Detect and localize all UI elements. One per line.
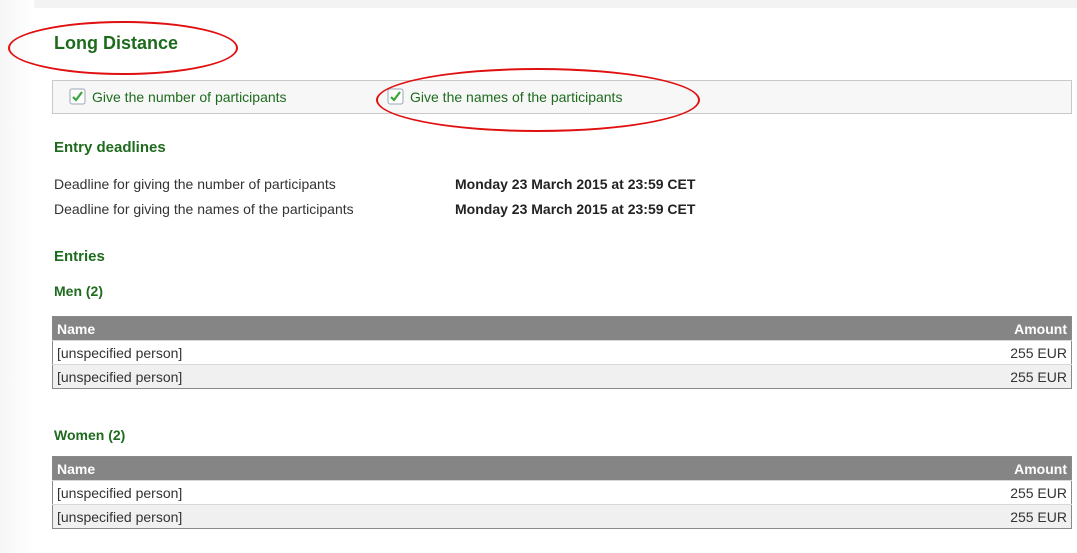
table-row: [unspecified person] 255 EUR — [52, 340, 1072, 365]
checkmark-icon — [387, 88, 404, 105]
entry-amount: 255 EUR — [737, 340, 1072, 365]
column-header-name: Name — [52, 456, 738, 481]
entry-name: [unspecified person] — [52, 504, 738, 529]
left-edge — [0, 0, 34, 553]
entry-amount: 255 EUR — [737, 480, 1072, 505]
women-group-title: Women (2) — [54, 427, 126, 443]
deadline-label: Deadline for giving the number of partic… — [54, 176, 336, 192]
column-header-amount: Amount — [737, 456, 1072, 481]
entry-name: [unspecified person] — [52, 480, 738, 505]
entry-amount: 255 EUR — [737, 364, 1072, 389]
deadline-value: Monday 23 March 2015 at 23:59 CET — [455, 176, 696, 192]
entry-name: [unspecified person] — [52, 364, 738, 389]
entry-amount: 255 EUR — [737, 504, 1072, 529]
deadline-value: Monday 23 March 2015 at 23:59 CET — [455, 201, 696, 217]
give-number-label: Give the number of participants — [92, 88, 287, 105]
page-title: Long Distance — [54, 33, 179, 53]
table-header-row: Name Amount — [52, 316, 1072, 341]
give-number-link[interactable]: Give the number of participants — [69, 88, 287, 105]
table-row: [unspecified person] 255 EUR — [52, 480, 1072, 505]
column-header-amount: Amount — [737, 316, 1072, 341]
action-bar: Give the number of participants Give the… — [52, 80, 1072, 114]
give-names-label: Give the names of the participants — [410, 88, 623, 105]
column-header-name: Name — [52, 316, 738, 341]
checkmark-icon — [69, 88, 86, 105]
deadlines-heading: Entry deadlines — [54, 139, 166, 156]
top-shade — [0, 0, 1077, 8]
men-group-title: Men (2) — [54, 283, 103, 299]
women-entries-table: Name Amount [unspecified person] 255 EUR… — [52, 456, 1072, 529]
table-row: [unspecified person] 255 EUR — [52, 504, 1072, 529]
table-header-row: Name Amount — [52, 456, 1072, 481]
table-row: [unspecified person] 255 EUR — [52, 364, 1072, 389]
give-names-link[interactable]: Give the names of the participants — [387, 88, 622, 105]
entries-heading: Entries — [54, 248, 105, 265]
deadline-label: Deadline for giving the names of the par… — [54, 201, 354, 217]
men-entries-table: Name Amount [unspecified person] 255 EUR… — [52, 316, 1072, 389]
entry-name: [unspecified person] — [52, 340, 738, 365]
